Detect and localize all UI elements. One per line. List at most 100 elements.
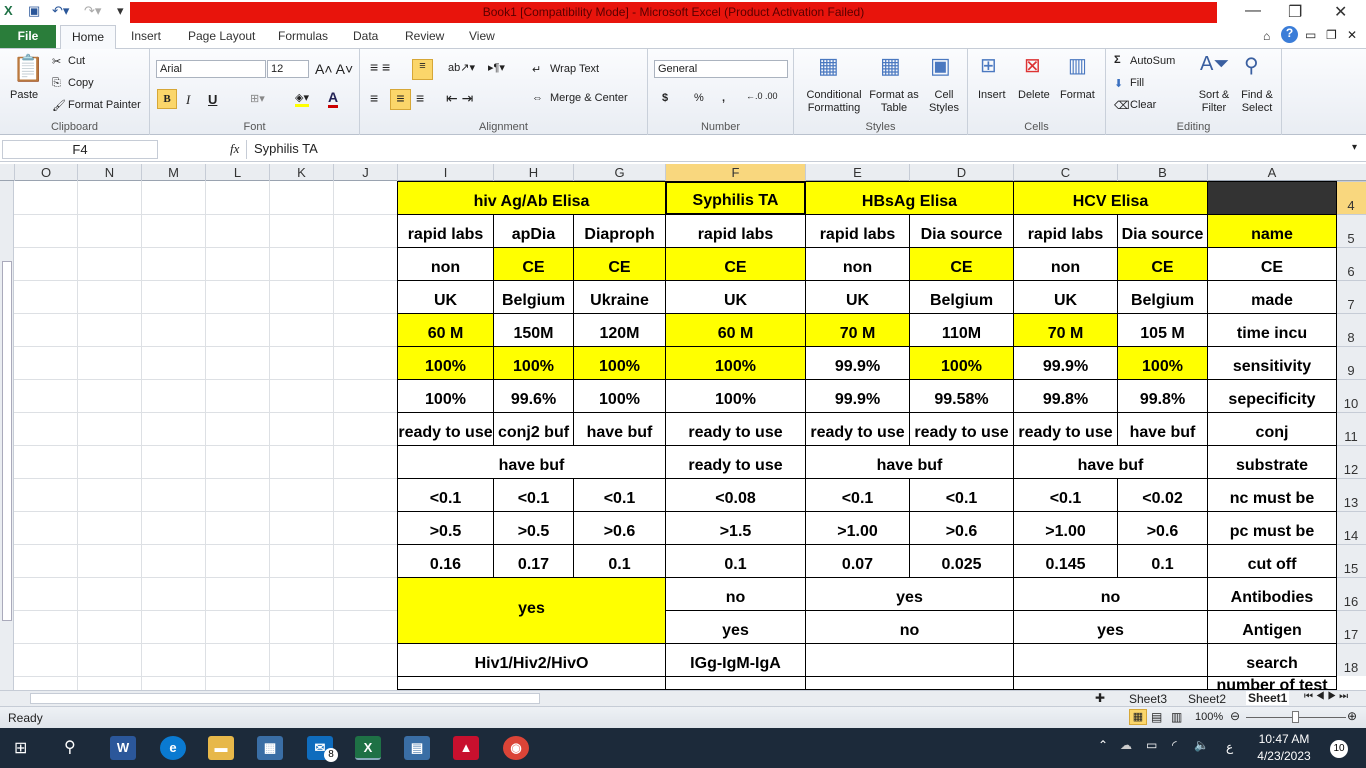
cell-A16[interactable]: Antibodies [1207,577,1337,611]
cell-I7[interactable]: UK [397,280,494,314]
font-size-select[interactable]: 12 [267,60,309,78]
column-header-K[interactable]: K [269,164,333,181]
cell-E16[interactable]: yes [805,577,1014,611]
row-header-4[interactable]: 4 [1336,181,1366,214]
wifi-icon[interactable]: ◜ [1172,738,1177,752]
tab-data[interactable]: Data [353,29,378,43]
minimize-ribbon-icon[interactable]: ⌂ [1263,29,1270,43]
restore-button[interactable]: ❐ [1288,2,1302,22]
horizontal-scrollbar[interactable] [30,693,540,704]
cell-B15[interactable]: 0.1 [1117,544,1208,578]
word-icon[interactable]: W [110,736,136,760]
cell-H8[interactable]: 150M [493,313,574,347]
cell-C19[interactable] [1013,676,1208,690]
cell-A14[interactable]: pc must be [1207,511,1337,545]
cell-H15[interactable]: 0.17 [493,544,574,578]
workbook-restore-icon[interactable]: ❐ [1326,28,1337,42]
borders-icon[interactable]: ⊞▾ [250,92,265,105]
cell-E9[interactable]: 99.9% [805,346,910,380]
customize-toolbar-icon[interactable]: ▾ [117,3,124,19]
cell-E7[interactable]: UK [805,280,910,314]
cell-C9[interactable]: 99.9% [1013,346,1118,380]
column-header-M[interactable]: M [141,164,205,181]
comma-button[interactable]: , [722,92,725,104]
column-header-B[interactable]: B [1117,164,1207,181]
close-button[interactable]: ✕ [1334,2,1347,22]
cell-I12[interactable]: have buf [397,445,666,479]
number-format-select[interactable]: General [654,60,788,78]
indent-icons[interactable]: ⇤ ⇥ [446,90,473,107]
cell-D8[interactable]: 110M [909,313,1014,347]
cell-C5[interactable]: rapid labs [1013,214,1118,248]
row-header-8[interactable]: 8 [1336,313,1366,346]
cell-F17[interactable]: yes [665,610,806,644]
tab-review[interactable]: Review [405,29,444,43]
column-header-D[interactable]: D [909,164,1013,181]
cell-F8[interactable]: 60 M [665,313,806,347]
edge-icon[interactable]: e [160,736,186,760]
cell-A19[interactable]: number of test [1207,676,1337,690]
show-hidden-icons[interactable]: ⌃ [1098,738,1108,752]
paste-button[interactable]: Paste [10,89,38,101]
cell-G11[interactable]: have buf [573,412,666,446]
cell-F10[interactable]: 100% [665,379,806,413]
cell-F11[interactable]: ready to use [665,412,806,446]
column-header-J[interactable]: J [333,164,397,181]
cell-E18[interactable] [805,643,1014,677]
cell-E14[interactable]: >1.00 [805,511,910,545]
redo-icon[interactable]: ↷▾ [84,3,101,19]
cell-E19[interactable] [805,676,1014,690]
cell-B7[interactable]: Belgium [1117,280,1208,314]
cell-D14[interactable]: >0.6 [909,511,1014,545]
zoom-level[interactable]: 100% [1195,711,1223,723]
clock-time[interactable]: 10:47 AM [1254,732,1314,746]
cell-styles-button[interactable]: Cell Styles [922,89,966,115]
align-bottom-icon[interactable]: ≡ [412,59,433,80]
cell-G10[interactable]: 100% [573,379,666,413]
row-header-15[interactable]: 15 [1336,544,1366,577]
row-header-5[interactable]: 5 [1336,214,1366,247]
cell-G8[interactable]: 120M [573,313,666,347]
cell-I10[interactable]: 100% [397,379,494,413]
chrome-icon[interactable]: ◉ [503,736,529,760]
cell-B9[interactable]: 100% [1117,346,1208,380]
percent-button[interactable]: % [694,92,704,104]
cell-C15[interactable]: 0.145 [1013,544,1118,578]
cell-E5[interactable]: rapid labs [805,214,910,248]
cell-C7[interactable]: UK [1013,280,1118,314]
cell-D7[interactable]: Belgium [909,280,1014,314]
cell-G15[interactable]: 0.1 [573,544,666,578]
cell-A5[interactable]: name [1207,214,1337,248]
zoom-in-icon[interactable]: ⊕ [1347,709,1357,723]
cell-F15[interactable]: 0.1 [665,544,806,578]
zoom-out-icon[interactable]: ⊖ [1230,709,1240,723]
zoom-slider-thumb[interactable] [1292,711,1299,723]
find-select-button[interactable]: Find & Select [1236,89,1278,115]
tab-formulas[interactable]: Formulas [278,29,328,43]
cell-A18[interactable]: search [1207,643,1337,677]
save-icon[interactable]: ▣ [28,3,40,19]
cell-C17[interactable]: yes [1013,610,1208,644]
insert-function-icon[interactable]: fx [230,141,239,157]
workbook-minimize-icon[interactable]: ▭ [1305,28,1316,42]
language-indicator[interactable]: ع [1226,740,1233,754]
column-header-O[interactable]: O [14,164,77,181]
fill-button[interactable]: Fill [1130,77,1144,89]
minimize-button[interactable]: — [1245,2,1261,20]
cell-I11[interactable]: ready to use [397,412,494,446]
row-header-9[interactable]: 9 [1336,346,1366,379]
cell-A9[interactable]: sensitivity [1207,346,1337,380]
align-right-icon[interactable]: ≡ [416,90,424,106]
row-header-11[interactable]: 11 [1336,412,1366,445]
cell-F19[interactable] [665,676,806,690]
row-header-13[interactable]: 13 [1336,478,1366,511]
cell-C10[interactable]: 99.8% [1013,379,1118,413]
column-header-E[interactable]: E [805,164,909,181]
store-icon[interactable]: ▦ [257,736,283,760]
cell-E12[interactable]: have buf [805,445,1014,479]
cell-B8[interactable]: 105 M [1117,313,1208,347]
file-explorer-icon[interactable]: ▬ [208,736,234,760]
row-header-17[interactable]: 17 [1336,610,1366,643]
cell-C8[interactable]: 70 M [1013,313,1118,347]
cell-I15[interactable]: 0.16 [397,544,494,578]
